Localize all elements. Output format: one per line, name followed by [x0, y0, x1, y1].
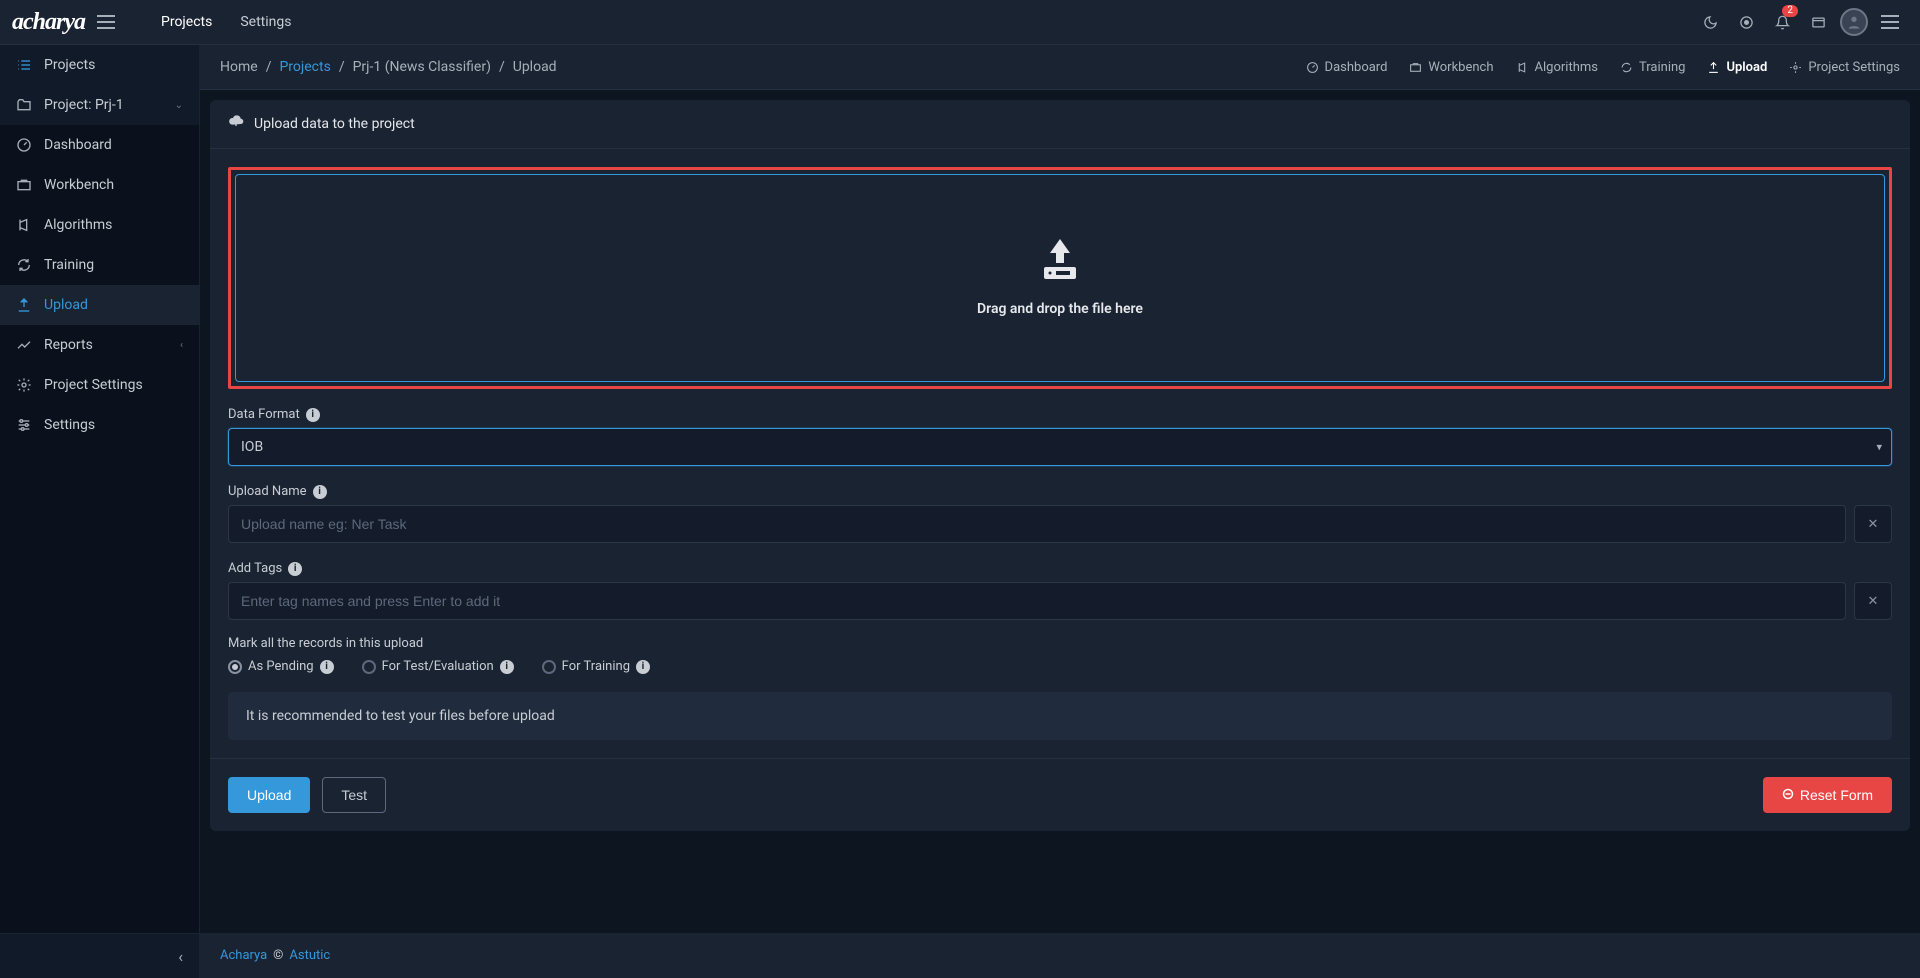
sidebar-item-project-settings[interactable]: Project Settings — [0, 365, 199, 405]
window-icon[interactable] — [1800, 4, 1836, 40]
sidebar-label: Upload — [44, 297, 183, 313]
radio-pending[interactable]: As Pending i — [228, 659, 334, 674]
sidebar-label: Workbench — [44, 177, 183, 193]
help-icon[interactable] — [1728, 4, 1764, 40]
more-menu-icon[interactable] — [1872, 4, 1908, 40]
data-format-label: Data Format i — [228, 407, 1892, 422]
sidebar-item-algorithms[interactable]: Algorithms — [0, 205, 199, 245]
sidebar-collapse[interactable]: ‹ — [0, 933, 199, 978]
card-title: Upload data to the project — [254, 116, 415, 132]
footer-company-link[interactable]: Astutic — [289, 948, 330, 963]
gear-icon — [16, 377, 32, 393]
mark-records-label: Mark all the records in this upload — [228, 636, 1892, 651]
minus-circle-icon — [1782, 787, 1794, 803]
add-tags-label: Add Tags i — [228, 561, 1892, 576]
workbench-icon — [16, 177, 32, 193]
info-icon[interactable]: i — [288, 562, 302, 576]
main: Home/ Projects/ Prj-1 (News Classifier)/… — [200, 45, 1920, 978]
card-header: Upload data to the project — [210, 100, 1910, 149]
tab-workbench[interactable]: Workbench — [1409, 60, 1493, 75]
avatar[interactable] — [1836, 4, 1872, 40]
chevron-down-icon: ⌄ — [175, 100, 183, 111]
sidebar-label: Reports — [44, 337, 168, 353]
sidebar-item-training[interactable]: Training — [0, 245, 199, 285]
brand-logo: acharya — [12, 9, 85, 36]
radio-icon — [228, 660, 242, 674]
dropzone-highlight: Drag and drop the file here — [228, 167, 1892, 389]
reports-icon — [16, 337, 32, 353]
notification-badge: 2 — [1782, 5, 1798, 17]
sidebar-label: Projects — [44, 57, 183, 73]
data-format-select[interactable]: IOB — [228, 428, 1892, 466]
crumb-projects[interactable]: Projects — [279, 59, 330, 75]
list-icon — [16, 57, 32, 73]
topnav-projects[interactable]: Projects — [147, 14, 226, 30]
tab-project-settings[interactable]: Project Settings — [1789, 60, 1900, 75]
info-icon[interactable]: i — [306, 408, 320, 422]
reset-form-button[interactable]: Reset Form — [1763, 777, 1892, 813]
tab-algorithms[interactable]: Algorithms — [1516, 60, 1598, 75]
cloud-upload-icon — [228, 114, 244, 134]
sidebar-item-settings[interactable]: Settings — [0, 405, 199, 445]
sidebar-label: Settings — [44, 417, 183, 433]
tab-dashboard[interactable]: Dashboard — [1306, 60, 1388, 75]
crumb-home[interactable]: Home — [220, 59, 258, 75]
upload-large-icon — [1036, 239, 1084, 285]
chevron-left-icon: ‹ — [180, 340, 183, 351]
tab-upload[interactable]: Upload — [1707, 60, 1767, 75]
theme-toggle-icon[interactable] — [1692, 4, 1728, 40]
dashboard-icon — [16, 137, 32, 153]
folder-open-icon — [16, 97, 32, 113]
top-bar: acharya Projects Settings 2 — [0, 0, 1920, 45]
sliders-icon — [16, 417, 32, 433]
tab-nav: Dashboard Workbench Algorithms Training … — [1306, 60, 1900, 75]
clear-upload-name-button[interactable]: ✕ — [1854, 505, 1892, 543]
upload-name-label: Upload Name i — [228, 484, 1892, 499]
clear-tags-button[interactable]: ✕ — [1854, 582, 1892, 620]
crumb-project[interactable]: Prj-1 (News Classifier) — [353, 59, 491, 75]
crumb-current: Upload — [513, 59, 557, 75]
notifications-icon[interactable]: 2 — [1764, 4, 1800, 40]
sidebar-project[interactable]: Project: Prj-1 ⌄ — [0, 85, 199, 125]
sidebar-label: Algorithms — [44, 217, 183, 233]
tab-training[interactable]: Training — [1620, 60, 1685, 75]
topnav-settings[interactable]: Settings — [226, 14, 305, 30]
training-icon — [16, 257, 32, 273]
info-icon[interactable]: i — [313, 485, 327, 499]
info-icon[interactable]: i — [320, 660, 334, 674]
info-icon[interactable]: i — [500, 660, 514, 674]
app-footer: Acharya © Astutic — [200, 933, 1920, 978]
breadcrumb-row: Home/ Projects/ Prj-1 (News Classifier)/… — [200, 45, 1920, 90]
footer-app-link[interactable]: Acharya — [220, 948, 267, 963]
sidebar-item-reports[interactable]: Reports ‹ — [0, 325, 199, 365]
sidebar-label: Dashboard — [44, 137, 183, 153]
info-alert: It is recommended to test your files bef… — [228, 692, 1892, 740]
radio-test[interactable]: For Test/Evaluation i — [362, 659, 514, 674]
dropzone-text: Drag and drop the file here — [977, 301, 1143, 317]
sidebar-label: Training — [44, 257, 183, 273]
file-dropzone[interactable]: Drag and drop the file here — [235, 174, 1885, 382]
algorithms-icon — [16, 217, 32, 233]
sidebar: Projects Project: Prj-1 ⌄ Dashboard Work… — [0, 45, 200, 978]
radio-training[interactable]: For Training i — [542, 659, 650, 674]
sidebar-group-projects[interactable]: Projects — [0, 45, 199, 85]
chevron-left-icon: ‹ — [178, 947, 183, 966]
footer-copy: © — [273, 948, 283, 963]
radio-icon — [542, 660, 556, 674]
sidebar-label: Project: Prj-1 — [44, 97, 163, 113]
upload-card: Upload data to the project Drag and drop… — [210, 100, 1910, 831]
test-button[interactable]: Test — [322, 777, 386, 813]
sidebar-item-dashboard[interactable]: Dashboard — [0, 125, 199, 165]
upload-button[interactable]: Upload — [228, 777, 310, 813]
add-tags-input[interactable] — [228, 582, 1846, 620]
sidebar-label: Project Settings — [44, 377, 183, 393]
info-icon[interactable]: i — [636, 660, 650, 674]
upload-icon — [16, 297, 32, 313]
breadcrumb: Home/ Projects/ Prj-1 (News Classifier)/… — [220, 59, 557, 75]
menu-toggle-icon[interactable] — [97, 15, 115, 29]
radio-icon — [362, 660, 376, 674]
upload-name-input[interactable] — [228, 505, 1846, 543]
sidebar-item-upload[interactable]: Upload — [0, 285, 199, 325]
sidebar-item-workbench[interactable]: Workbench — [0, 165, 199, 205]
